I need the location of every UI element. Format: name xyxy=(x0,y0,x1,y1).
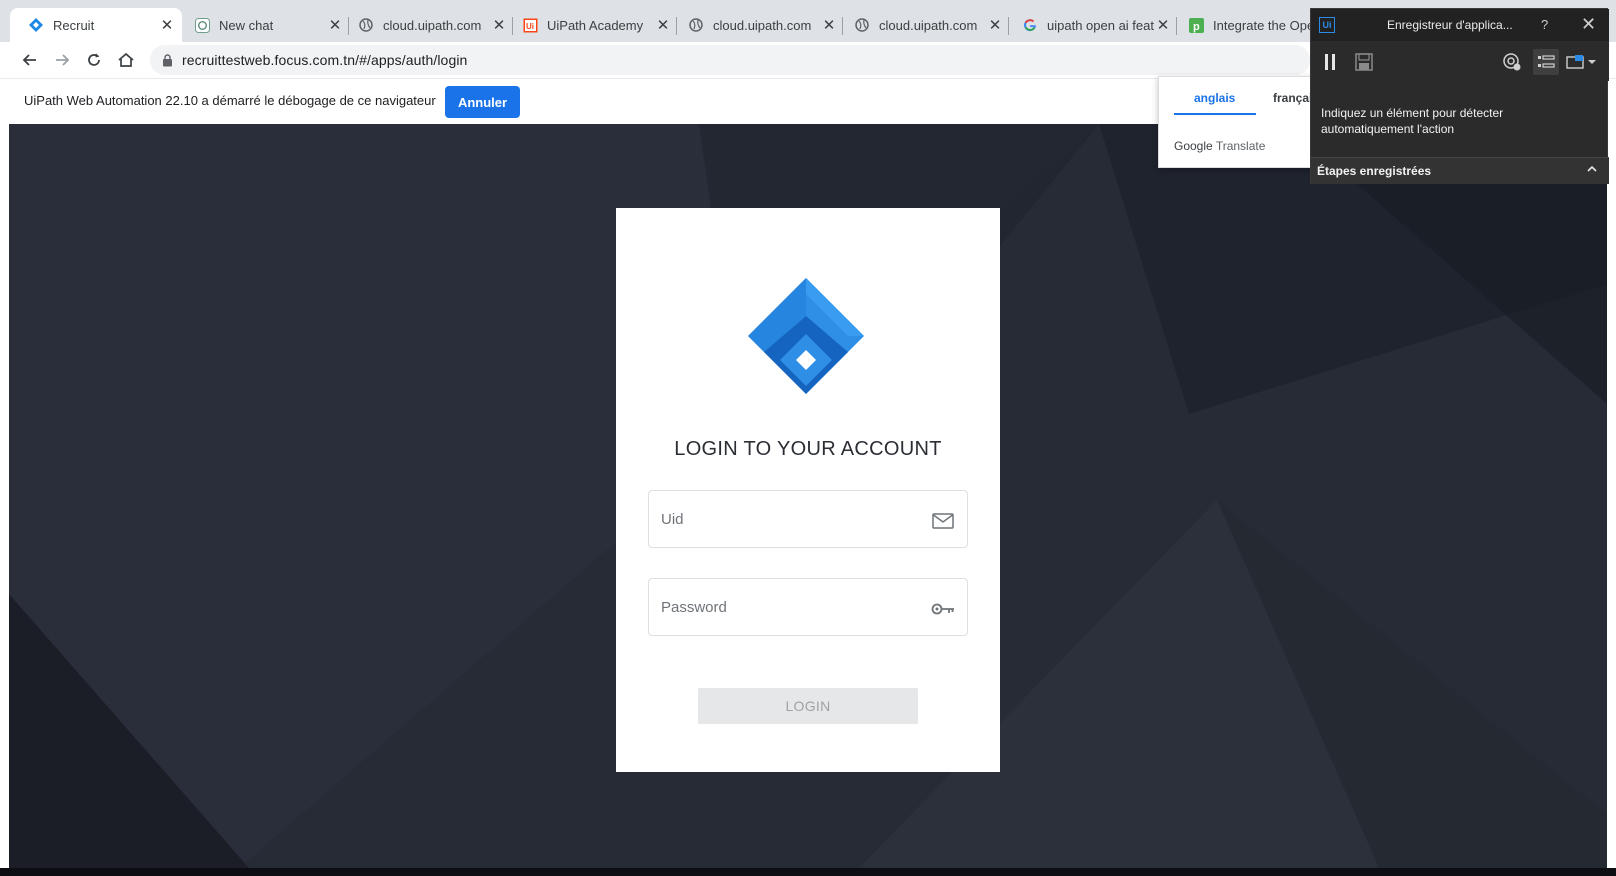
tab-title: New chat xyxy=(219,17,274,33)
tab-cloud-uipath-3[interactable]: cloud.uipath.com ✕ xyxy=(854,8,1004,42)
tab-uipath-academy[interactable]: Ui UiPath Academy ✕ xyxy=(522,8,672,42)
taskbar-edge xyxy=(0,868,1616,876)
pause-button[interactable] xyxy=(1317,49,1343,75)
tab-title: uipath open ai feat xyxy=(1047,17,1154,33)
save-button[interactable] xyxy=(1351,49,1377,75)
page-gutter xyxy=(0,124,9,868)
close-tab-icon[interactable]: ✕ xyxy=(490,16,508,34)
uipath-logo-icon: Ui xyxy=(1319,17,1335,33)
login-title: LOGIN TO YOUR ACCOUNT xyxy=(674,438,942,460)
recorder-toolbar xyxy=(1311,41,1609,81)
tab-title: Integrate the Oper xyxy=(1213,17,1310,33)
forward-button[interactable] xyxy=(49,47,75,73)
page-viewport: LOGIN TO YOUR ACCOUNT Uid Password LOGIN xyxy=(9,124,1607,868)
globe-icon xyxy=(688,17,704,33)
close-icon[interactable]: ✕ xyxy=(1581,14,1596,35)
translate-source-tab[interactable]: anglais xyxy=(1194,91,1235,105)
address-bar[interactable]: recruittestweb.focus.com.tn/#/apps/auth/… xyxy=(150,45,1310,75)
tab-title: UiPath Academy xyxy=(547,17,644,33)
url-text: recruittestweb.focus.com.tn/#/apps/auth/… xyxy=(182,52,468,68)
reload-button[interactable] xyxy=(81,47,107,73)
login-card: LOGIN TO YOUR ACCOUNT Uid Password LOGIN xyxy=(616,208,1000,772)
recorder-hint: Indiquez un élément pour détecter automa… xyxy=(1321,106,1504,136)
tab-separator xyxy=(842,17,843,35)
svg-text:p: p xyxy=(1193,21,1200,33)
tab-title: cloud.uipath.com xyxy=(383,17,482,33)
tab-separator xyxy=(512,17,513,35)
p-app-icon: p xyxy=(1188,17,1204,33)
close-tab-icon[interactable]: ✕ xyxy=(654,16,672,34)
tab-separator xyxy=(676,17,677,35)
tab-title: cloud.uipath.com xyxy=(713,17,812,33)
envelope-icon xyxy=(931,511,955,531)
target-settings-icon[interactable] xyxy=(1499,49,1525,75)
close-tab-icon[interactable]: ✕ xyxy=(158,16,176,34)
recorded-steps-header[interactable]: Étapes enregistrées xyxy=(1311,157,1609,184)
steps-list-icon[interactable] xyxy=(1533,49,1559,75)
tab-separator xyxy=(1176,17,1177,35)
password-placeholder: Password xyxy=(661,599,727,616)
globe-icon xyxy=(358,17,374,33)
svg-text:Ui: Ui xyxy=(526,22,534,31)
close-tab-icon[interactable]: ✕ xyxy=(820,16,838,34)
google-icon xyxy=(1022,17,1038,33)
brand-translate: Translate xyxy=(1215,139,1266,153)
tab-title: Recruit xyxy=(53,17,95,33)
tab-separator xyxy=(348,17,349,35)
recruit-logo xyxy=(748,276,868,396)
recorder-title: Enregistreur d'applica... xyxy=(1387,18,1513,32)
recruit-logo-icon xyxy=(28,17,44,33)
uid-placeholder: Uid xyxy=(661,511,684,528)
login-button[interactable]: LOGIN xyxy=(698,688,918,724)
active-tab-indicator xyxy=(1174,113,1256,115)
globe-icon xyxy=(854,17,870,33)
tab-cloud-uipath-2[interactable]: cloud.uipath.com ✕ xyxy=(688,8,838,42)
tab-title: cloud.uipath.com xyxy=(879,17,978,33)
browser-window: Recruit ✕ New chat ✕ cloud.uipath.com ✕ … xyxy=(0,0,1616,876)
google-translate-popup: anglais français Google Translate xyxy=(1158,76,1318,168)
help-icon[interactable]: ? xyxy=(1541,17,1548,32)
screen-capture-dropdown[interactable] xyxy=(1565,49,1599,75)
infobar-message: UiPath Web Automation 22.10 a démarré le… xyxy=(24,93,436,108)
close-tab-icon[interactable]: ✕ xyxy=(326,16,344,34)
password-input[interactable]: Password xyxy=(648,578,968,636)
tab-integrate[interactable]: p Integrate the Oper xyxy=(1188,8,1310,42)
page-gutter xyxy=(1607,124,1616,868)
tab-separator xyxy=(1008,17,1009,35)
uipath-icon: Ui xyxy=(522,17,538,33)
chatgpt-icon xyxy=(194,17,210,33)
home-button[interactable] xyxy=(113,47,139,73)
recorder-titlebar[interactable]: Ui Enregistreur d'applica... ? ✕ xyxy=(1311,9,1609,41)
cancel-debug-button[interactable]: Annuler xyxy=(445,86,520,118)
tab-recruit[interactable]: Recruit ✕ xyxy=(10,8,182,42)
close-tab-icon[interactable]: ✕ xyxy=(986,16,1004,34)
close-tab-icon[interactable]: ✕ xyxy=(1154,16,1172,34)
uipath-recorder-panel: Ui Enregistreur d'applica... ? ✕ Indique… xyxy=(1310,8,1609,184)
back-button[interactable] xyxy=(17,47,43,73)
uid-input[interactable]: Uid xyxy=(648,490,968,548)
tab-new-chat[interactable]: New chat ✕ xyxy=(194,8,344,42)
recorded-steps-label: Étapes enregistrées xyxy=(1317,164,1432,178)
chevron-up-icon[interactable] xyxy=(1585,162,1599,176)
brand-google: Google xyxy=(1174,139,1213,153)
tab-google-search[interactable]: uipath open ai feat ✕ xyxy=(1022,8,1172,42)
google-translate-brand: Google Translate xyxy=(1174,139,1265,153)
key-icon xyxy=(931,599,955,619)
tab-cloud-uipath-1[interactable]: cloud.uipath.com ✕ xyxy=(358,8,508,42)
lock-icon xyxy=(160,53,174,67)
